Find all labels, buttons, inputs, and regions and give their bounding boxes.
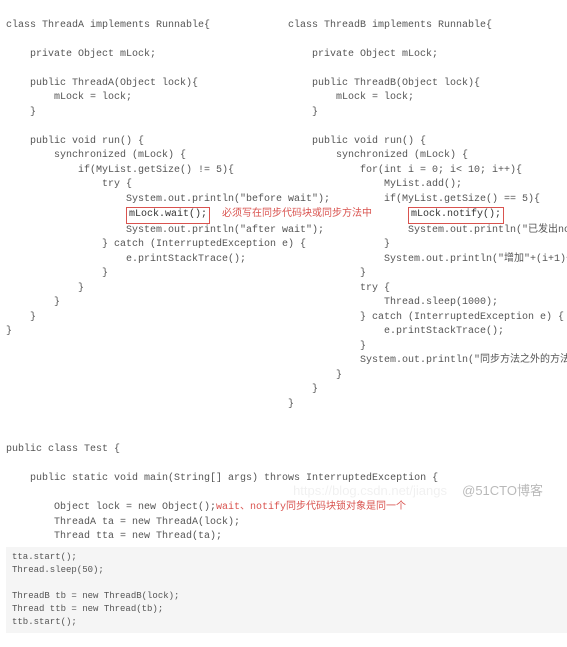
code-line: System.out.println("已发出notify通知"); xyxy=(288,225,567,236)
code-line: synchronized (mLock) { xyxy=(6,150,186,161)
annotation-lock: wait、notify同步代码块锁对象是同一个 xyxy=(216,502,406,513)
code-line: System.out.println("after wait"); xyxy=(6,225,324,236)
highlight-notify-call: mLock.notify(); xyxy=(408,207,504,224)
code-line: } xyxy=(288,341,366,352)
code-line: } xyxy=(288,399,294,410)
code-line: synchronized (mLock) { xyxy=(288,150,468,161)
code-line: } xyxy=(288,268,366,279)
code-line: private Object mLock; xyxy=(6,49,156,60)
highlight-wait-call: mLock.wait(); xyxy=(126,207,210,224)
code-line: public void run() { xyxy=(6,136,144,147)
code-line: } xyxy=(6,107,36,118)
code-line: e.printStackTrace(); xyxy=(288,326,504,337)
code-line: } xyxy=(6,312,36,323)
code-line: } xyxy=(288,370,342,381)
code-bottom-section: public class Test { public static void m… xyxy=(0,429,567,647)
code-line: class ThreadA implements Runnable{ xyxy=(6,20,210,31)
code-line: } xyxy=(6,326,12,337)
code-line: Object lock = new Object(); xyxy=(6,502,216,513)
code-line: Thread ttb = new Thread(tb); xyxy=(12,604,163,614)
code-column-left: class ThreadA implements Runnable{ priva… xyxy=(6,4,288,427)
watermark: @51CTO博客 xyxy=(462,482,543,501)
code-line: for(int i = 0; i< 10; i++){ xyxy=(288,165,522,176)
code-line: System.out.println("before wait"); xyxy=(6,194,330,205)
code-line: public void run() { xyxy=(288,136,426,147)
code-line: try { xyxy=(288,283,390,294)
code-line: } xyxy=(6,268,108,279)
code-line: class ThreadB implements Runnable{ xyxy=(288,20,492,31)
code-line: System.out.println("同步方法之外的方法"); xyxy=(288,355,567,366)
code-line: } catch (InterruptedException e) { xyxy=(288,312,564,323)
code-line: System.out.println("增加"+(i+1)+"条数据"); xyxy=(288,254,567,265)
code-line: ttb.start(); xyxy=(12,617,77,627)
code-line: try { xyxy=(6,179,132,190)
code-line: private Object mLock; xyxy=(288,49,438,60)
code-column-right: class ThreadB implements Runnable{ priva… xyxy=(288,4,567,427)
code-line: mLock = lock; xyxy=(6,92,132,103)
code-line: } xyxy=(288,384,318,395)
code-line: mLock = lock; xyxy=(288,92,414,103)
code-line: } xyxy=(6,297,60,308)
code-line: public ThreadB(Object lock){ xyxy=(288,78,480,89)
code-line: MyList.add(); xyxy=(288,179,462,190)
code-line: if(MyList.getSize() == 5){ xyxy=(288,194,540,205)
code-line: } xyxy=(288,107,318,118)
code-block-highlighted: tta.start(); Thread.sleep(50); ThreadB t… xyxy=(6,547,567,633)
code-line: public ThreadA(Object lock){ xyxy=(6,78,198,89)
code-line: e.printStackTrace(); xyxy=(6,254,246,265)
code-line: } catch (InterruptedException e) { xyxy=(6,239,306,250)
code-line: Thread.sleep(50); xyxy=(12,565,104,575)
code-line: tta.start(); xyxy=(12,552,77,562)
code-line: if(MyList.getSize() != 5){ xyxy=(6,165,234,176)
code-line: ThreadA ta = new ThreadA(lock); xyxy=(6,517,240,528)
code-line: } xyxy=(6,283,84,294)
code-line: public class Test { xyxy=(6,444,120,455)
code-line: ThreadB tb = new ThreadB(lock); xyxy=(12,591,179,601)
watermark-faint: https://blog.csdn.net/jiangs xyxy=(293,482,447,501)
code-line: Thread.sleep(1000); xyxy=(288,297,498,308)
code-line: } xyxy=(288,239,390,250)
code-line: Thread tta = new Thread(ta); xyxy=(6,531,222,542)
